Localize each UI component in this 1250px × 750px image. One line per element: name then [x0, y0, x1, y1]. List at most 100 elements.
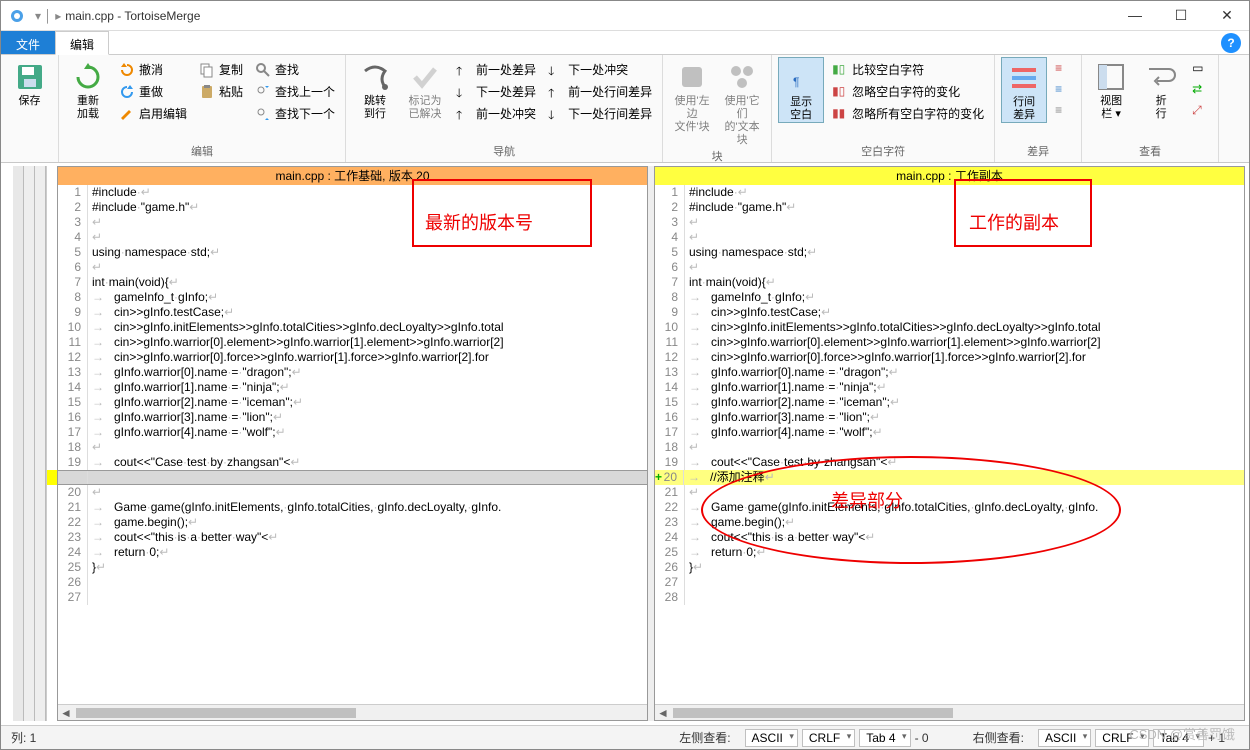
view-opt1[interactable]: ▭: [1188, 59, 1212, 79]
tab-file[interactable]: 文件: [1, 31, 55, 54]
status-column: 列: 1: [11, 729, 36, 746]
diff-opt2[interactable]: ≡: [1051, 80, 1075, 100]
left-pane-header: main.cpp : 工作基础, 版本 20: [58, 167, 647, 185]
tab-edit[interactable]: 编辑: [55, 31, 109, 55]
ws-ignore-icon: ▮▯: [832, 84, 848, 100]
editor-area: main.cpp : 工作基础, 版本 20 1#include·↵2#incl…: [13, 166, 1245, 721]
left-eol-dd[interactable]: CRLF: [802, 729, 855, 747]
maximize-button[interactable]: ☐: [1167, 7, 1195, 24]
diff-opt1[interactable]: ≡: [1051, 59, 1075, 79]
find-prev-button[interactable]: 查找上一个: [251, 81, 339, 102]
block-their-icon: [726, 61, 758, 93]
inline-diff-icon: [1008, 62, 1040, 94]
window-title: main.cpp - TortoiseMerge: [65, 9, 1121, 23]
left-change-strip: [47, 166, 57, 721]
find-button[interactable]: 查找: [251, 59, 339, 80]
copy-button[interactable]: 复制: [195, 59, 247, 80]
close-button[interactable]: ✕: [1213, 7, 1241, 24]
find-next-button[interactable]: 查找下一个: [251, 103, 339, 124]
compare-ws-button[interactable]: ▮▯比较空白字符: [828, 59, 988, 80]
prev-diff-button[interactable]: 🡑前一处差异: [452, 59, 540, 80]
bars-icon: ≡: [1055, 61, 1071, 77]
enable-edit-button[interactable]: 启用编辑: [115, 103, 191, 124]
up-arrow-icon: 🡑: [456, 62, 472, 78]
right-code[interactable]: 1#include·↵2#include·"game.h"↵3↵4↵5using…: [655, 185, 1244, 605]
right-pane: main.cpp : 工作副本 1#include·↵2#include·"ga…: [654, 166, 1245, 721]
right-hscroll[interactable]: ◄: [655, 704, 1244, 720]
reload-icon: [72, 61, 104, 93]
statusbar: 列: 1 左侧查看: ASCII CRLF Tab 4 - 0 右侧查看: AS…: [1, 725, 1249, 749]
bars-icon: ≡: [1055, 103, 1071, 119]
bars-icon: ≡: [1055, 82, 1071, 98]
up-arrow-icon: 🡑: [548, 84, 564, 100]
view-icon: [1095, 61, 1127, 93]
down-arrow-icon: 🡓: [456, 84, 472, 100]
reload-button[interactable]: 重新加载: [65, 57, 111, 121]
help-button[interactable]: ?: [1221, 33, 1241, 53]
search-icon: [255, 62, 271, 78]
left-mod: - 0: [915, 731, 929, 745]
right-encoding-dd[interactable]: ASCII: [1038, 729, 1091, 747]
group-ws-label: 空白字符: [778, 142, 988, 160]
titlebar: ▾ │ ▸ main.cpp - TortoiseMerge ― ☐ ✕: [1, 1, 1249, 31]
ignore-all-ws-button[interactable]: ▮▮忽略所有空白字符的变化: [828, 103, 988, 124]
paste-icon: [199, 84, 215, 100]
save-button[interactable]: 保存: [7, 57, 52, 108]
status-left-label: 左侧查看:: [679, 729, 730, 746]
minimize-button[interactable]: ―: [1121, 7, 1149, 24]
save-icon: [14, 61, 46, 93]
undo-button[interactable]: 撤消: [115, 59, 191, 80]
pilcrow-icon: ¶: [785, 62, 817, 94]
wrap-icon: [1145, 61, 1177, 93]
next-diff-button[interactable]: 🡓下一处差异: [452, 81, 540, 102]
next-inline-button[interactable]: 🡓下一处行间差异: [544, 103, 656, 124]
view-opt2[interactable]: ⇄: [1188, 80, 1212, 100]
down-arrow-icon: 🡓: [548, 106, 564, 122]
redo-icon: [119, 84, 135, 100]
show-whitespace-button[interactable]: ¶ 显示空白: [778, 57, 824, 123]
left-hscroll[interactable]: ◄: [58, 704, 647, 720]
wrap-button[interactable]: 折行: [1138, 57, 1184, 121]
right-pane-header: main.cpp : 工作副本: [655, 167, 1244, 185]
overview-ruler[interactable]: [13, 166, 47, 721]
group-nav-label: 导航: [352, 142, 656, 160]
diff-opt3[interactable]: ≡: [1051, 101, 1075, 121]
group-view-label: 查看: [1088, 142, 1212, 160]
expand-icon: ⤢: [1192, 103, 1208, 119]
qat-sep: ▾ │ ▸: [35, 9, 61, 23]
view-opt3[interactable]: ⤢: [1188, 101, 1212, 121]
mark-resolved-button[interactable]: 标记为已解决: [402, 57, 448, 121]
status-right-label: 右侧查看:: [973, 729, 1024, 746]
edit-icon: [119, 106, 135, 122]
group-edit-label: 编辑: [65, 142, 339, 160]
prev-inline-button[interactable]: 🡑前一处行间差异: [544, 81, 656, 102]
goto-icon: [359, 61, 391, 93]
group-diff-label: 差异: [1001, 142, 1075, 160]
paste-button[interactable]: 粘贴: [195, 81, 247, 102]
redo-button[interactable]: 重做: [115, 81, 191, 102]
up-arrow-icon: 🡑: [456, 106, 472, 122]
block-left-icon: [676, 61, 708, 93]
view-bar-button[interactable]: 视图栏 ▾: [1088, 57, 1134, 121]
left-tab-dd[interactable]: Tab 4: [859, 729, 910, 747]
use-their-button[interactable]: 使用'它们的'文本块: [719, 57, 765, 147]
menubar: 文件 编辑 ?: [1, 31, 1249, 55]
goto-button[interactable]: 跳转到行: [352, 57, 398, 121]
svg-text:¶: ¶: [793, 75, 799, 89]
down-arrow-icon: 🡓: [548, 62, 564, 78]
swap-icon: ⇄: [1192, 82, 1208, 98]
next-conflict-button[interactable]: 🡓下一处冲突: [544, 59, 656, 80]
ws-ignoreall-icon: ▮▮: [832, 106, 848, 122]
left-code[interactable]: 1#include·↵2#include·"game.h"↵3↵4↵5using…: [58, 185, 647, 605]
watermark: CSDN @赏善罚饿: [1129, 724, 1235, 743]
layout-icon: ▭: [1192, 61, 1208, 77]
ignore-ws-button[interactable]: ▮▯忽略空白字符的变化: [828, 81, 988, 102]
use-left-button[interactable]: 使用'左边文件'块: [669, 57, 715, 134]
prev-conflict-button[interactable]: 🡑前一处冲突: [452, 103, 540, 124]
search-down-icon: [255, 106, 271, 122]
left-encoding-dd[interactable]: ASCII: [745, 729, 798, 747]
inline-diff-button[interactable]: 行间差异: [1001, 57, 1047, 123]
ws-compare-icon: ▮▯: [832, 62, 848, 78]
left-pane: main.cpp : 工作基础, 版本 20 1#include·↵2#incl…: [57, 166, 648, 721]
check-icon: [409, 61, 441, 93]
